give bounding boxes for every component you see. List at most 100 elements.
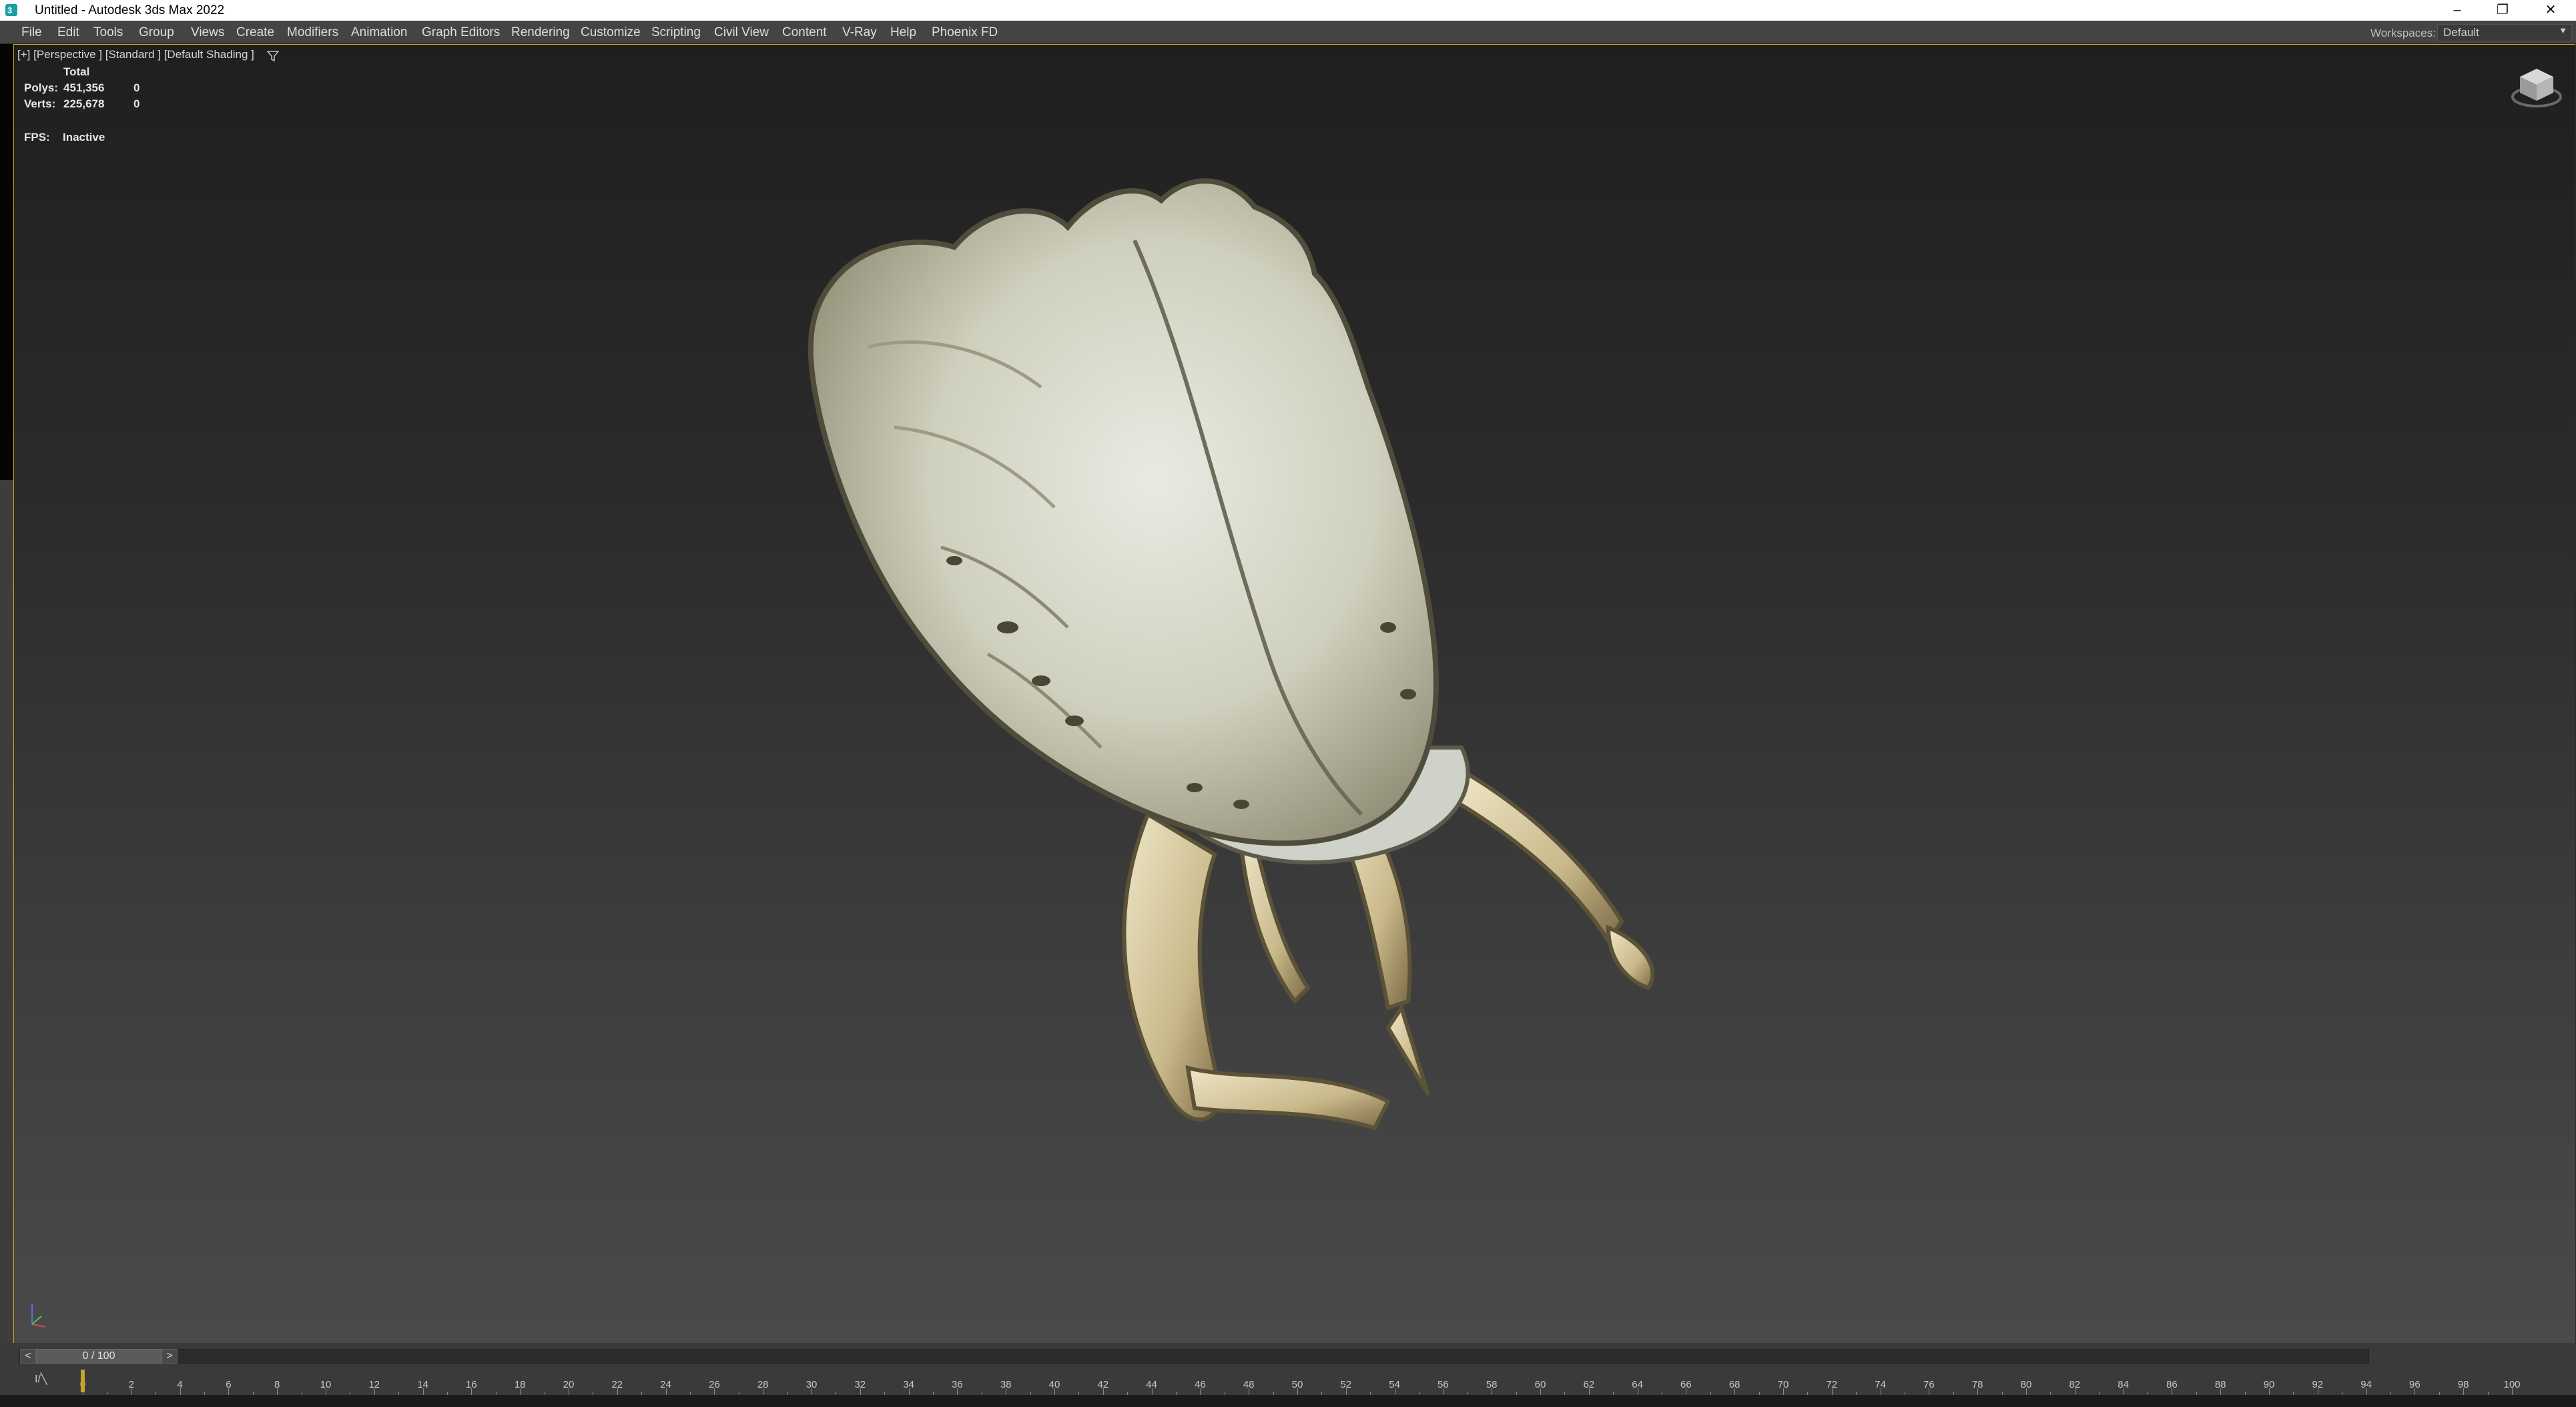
track-tick-label: 42 <box>1097 1379 1109 1390</box>
menu-customize[interactable]: Customize <box>581 25 641 40</box>
track-tick-label: 4 <box>177 1379 183 1390</box>
menu-rendering[interactable]: Rendering <box>511 25 570 40</box>
workspaces-dropdown[interactable]: Default ▼ <box>2437 24 2572 41</box>
menu-scripting[interactable]: Scripting <box>651 25 701 40</box>
track-tick-label: 60 <box>1534 1379 1546 1390</box>
track-tick-label: 88 <box>2214 1379 2226 1390</box>
track-tick-label: 34 <box>903 1379 914 1390</box>
track-tick-label: 72 <box>1826 1379 1838 1390</box>
track-tick-label: 66 <box>1680 1379 1692 1390</box>
menu-file[interactable]: File <box>21 25 42 40</box>
track-tick-label: 92 <box>2312 1379 2324 1390</box>
track-tick-label: 40 <box>1048 1379 1060 1390</box>
menu-views[interactable]: Views <box>191 25 224 40</box>
stats-polys-selected: 0 <box>133 81 140 94</box>
stats-total-header: Total <box>63 65 90 78</box>
menu-group[interactable]: Group <box>139 25 174 40</box>
track-tick-label: 86 <box>2166 1379 2178 1390</box>
viewport-3d-model[interactable] <box>787 147 1722 1255</box>
track-tick-label: 58 <box>1486 1379 1498 1390</box>
stats-verts-selected: 0 <box>133 97 140 110</box>
menu-graph-editors[interactable]: Graph Editors <box>422 25 500 40</box>
menu-content[interactable]: Content <box>782 25 827 40</box>
stats-verts-label: Verts: <box>24 97 56 110</box>
track-tick-label: 48 <box>1243 1379 1255 1390</box>
time-slider-track[interactable] <box>19 1349 2369 1364</box>
track-tick-label: 100 <box>2503 1379 2521 1390</box>
time-slider-prev-button[interactable]: < <box>20 1349 36 1364</box>
track-tick-label: 94 <box>2360 1379 2372 1390</box>
menu-civil-view[interactable]: Civil View <box>714 25 769 40</box>
viewcube-icon[interactable] <box>2509 63 2564 111</box>
track-tick-label: 62 <box>1583 1379 1595 1390</box>
os-taskbar <box>0 1395 2576 1407</box>
track-tick-label: 26 <box>709 1379 720 1390</box>
time-slider: < 0 / 100 > <box>0 1343 2576 1367</box>
menu-animation[interactable]: Animation <box>351 25 408 40</box>
stats-polys-label: Polys: <box>24 81 59 94</box>
filter-icon[interactable] <box>267 51 279 61</box>
track-tick-label: 90 <box>2263 1379 2275 1390</box>
restore-button[interactable]: ❐ <box>2480 0 2525 21</box>
left-panel-strip <box>0 44 13 1407</box>
track-tick-label: 98 <box>2457 1379 2469 1390</box>
track-tick-label: 78 <box>1971 1379 1983 1390</box>
track-tick-label: 10 <box>320 1379 332 1390</box>
svg-text:3: 3 <box>7 5 12 15</box>
track-tick-label: 68 <box>1728 1379 1740 1390</box>
title-bar: 3 Untitled - Autodesk 3ds Max 2022 – ❐ ✕ <box>0 0 2576 21</box>
menu-edit[interactable]: Edit <box>57 25 79 40</box>
stats-polys-total: 451,356 <box>63 81 105 94</box>
track-tick-label: 70 <box>1777 1379 1789 1390</box>
track-tick-label: 18 <box>514 1379 526 1390</box>
track-tick-label: 6 <box>226 1379 232 1390</box>
track-tick-label: 46 <box>1195 1379 1206 1390</box>
track-tick-label: 8 <box>274 1379 280 1390</box>
track-tick-label: 56 <box>1437 1379 1449 1390</box>
track-tick-label: 50 <box>1291 1379 1303 1390</box>
menu-tools[interactable]: Tools <box>93 25 123 40</box>
curve-editor-toggle-button[interactable]: I/╲ <box>35 1372 52 1386</box>
track-tick-label: 14 <box>417 1379 428 1390</box>
track-tick-label: 54 <box>1389 1379 1400 1390</box>
menu-create[interactable]: Create <box>236 25 274 40</box>
track-tick-label: 82 <box>2069 1379 2081 1390</box>
track-tick-label: 30 <box>806 1379 818 1390</box>
chevron-down-icon: ▼ <box>2559 25 2567 35</box>
menu-phoenix-fd[interactable]: Phoenix FD <box>932 25 998 40</box>
menu-help[interactable]: Help <box>890 25 916 40</box>
stats-fps-label: FPS: <box>24 131 50 144</box>
axis-tripod-icon <box>31 1304 46 1328</box>
track-tick-label: 16 <box>466 1379 477 1390</box>
current-frame-marker[interactable] <box>81 1370 85 1392</box>
3ds-max-icon: 3 <box>5 4 17 16</box>
track-bar-ruler[interactable]: 0246810121416182022242628303234363840424… <box>80 1367 2563 1395</box>
menu-modifiers[interactable]: Modifiers <box>287 25 338 40</box>
track-bar: I/╲ 024681012141618202224262830323436384… <box>0 1367 2576 1395</box>
time-slider-thumb[interactable]: 0 / 100 <box>36 1349 162 1364</box>
window-title: Untitled - Autodesk 3ds Max 2022 <box>35 3 225 17</box>
track-tick-label: 84 <box>2118 1379 2129 1390</box>
close-button[interactable]: ✕ <box>2528 0 2573 21</box>
track-tick-label: 80 <box>2020 1379 2032 1390</box>
minimize-button[interactable]: – <box>2435 0 2480 21</box>
track-tick-label: 74 <box>1875 1379 1886 1390</box>
track-tick-label: 2 <box>128 1379 134 1390</box>
time-slider-next-button[interactable]: > <box>162 1349 178 1364</box>
workspaces-value: Default <box>2443 26 2479 39</box>
track-tick-label: 32 <box>854 1379 866 1390</box>
menu-bar: File Edit Tools Group Views Create Modif… <box>0 21 2576 43</box>
menu-v-ray[interactable]: V-Ray <box>842 25 877 40</box>
track-tick-label: 64 <box>1632 1379 1643 1390</box>
track-tick-label: 20 <box>563 1379 575 1390</box>
stats-fps-value: Inactive <box>63 131 105 144</box>
track-tick-label: 38 <box>1000 1379 1012 1390</box>
track-tick-label: 76 <box>1923 1379 1935 1390</box>
viewport-label-menu[interactable]: [+] [Perspective ] [Standard ] [Default … <box>17 48 254 61</box>
track-tick-label: 36 <box>952 1379 963 1390</box>
track-tick-label: 12 <box>368 1379 380 1390</box>
track-tick-label: 22 <box>611 1379 623 1390</box>
track-tick-label: 96 <box>2409 1379 2421 1390</box>
track-tick-label: 52 <box>1340 1379 1352 1390</box>
track-tick-label: 28 <box>757 1379 769 1390</box>
